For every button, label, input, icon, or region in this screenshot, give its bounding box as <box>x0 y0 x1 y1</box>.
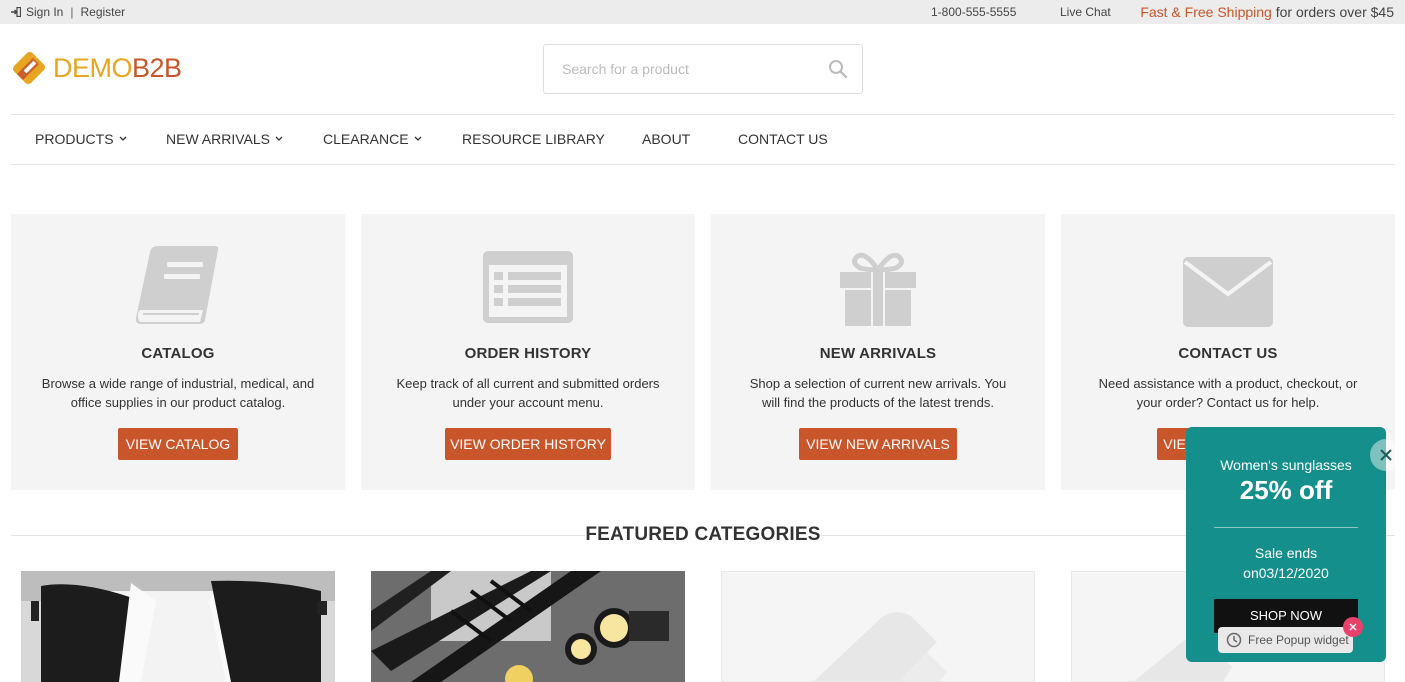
nav-label: NEW ARRIVALS <box>166 131 270 147</box>
register-link[interactable]: Register <box>80 5 125 19</box>
order-history-card: ORDER HISTORY Keep track of all current … <box>361 214 695 490</box>
nav-about[interactable]: ABOUT <box>642 131 690 147</box>
popup-product-text: Women's sunglasses <box>1220 457 1352 473</box>
card-icon-wrap <box>711 244 1045 332</box>
logo-text-demo: DEMO <box>53 52 133 83</box>
card-icon-wrap <box>1061 244 1395 332</box>
view-new-arrivals-button[interactable]: VIEW NEW ARRIVALS <box>799 428 957 460</box>
popup-widget-badge[interactable]: Free Popup widget <box>1218 627 1353 653</box>
account-links: Sign In | Register <box>11 5 125 19</box>
popup-sale-ends-label: Sale ends <box>1254 545 1318 561</box>
card-description: Keep track of all current and submitted … <box>396 376 660 410</box>
card-description: Need assistance with a product, checkout… <box>1098 376 1358 410</box>
search-box <box>543 44 863 94</box>
popup-widget-label: Free Popup widget <box>1248 633 1349 647</box>
popup-sale-ends-date: on03/12/2020 <box>1243 565 1329 581</box>
site-logo[interactable]: DEMOB2B <box>11 50 182 86</box>
nav-label: CLEARANCE <box>323 131 409 147</box>
category-image <box>371 571 685 682</box>
nav-new-arrivals[interactable]: NEW ARRIVALS <box>166 131 283 147</box>
shipping-banner: Fast & Free Shipping for orders over $45 <box>1140 4 1394 20</box>
category-image <box>21 571 335 682</box>
card-title: ORDER HISTORY <box>464 345 592 362</box>
sign-in-link[interactable]: Sign In <box>26 5 63 19</box>
list-icon <box>483 251 573 323</box>
phone-number[interactable]: 1-800-555-5555 <box>931 5 1016 19</box>
view-order-history-button[interactable]: VIEW ORDER HISTORY <box>445 428 611 460</box>
nav-label: CONTACT US <box>738 131 828 147</box>
nav-resource-library[interactable]: RESOURCE LIBRARY <box>462 131 605 147</box>
nav-contact-us[interactable]: CONTACT US <box>738 131 828 147</box>
logo-mark-icon <box>12 51 46 85</box>
chevron-down-icon <box>275 136 283 141</box>
nav-products[interactable]: PRODUCTS <box>35 131 127 147</box>
shipping-text: for orders over $45 <box>1271 4 1394 20</box>
main-navigation: PRODUCTS NEW ARRIVALS CLEARANCE RESOURCE… <box>11 114 1395 165</box>
card-icon-wrap <box>11 244 345 332</box>
card-description: Browse a wide range of industrial, medic… <box>41 376 315 410</box>
card-description: Shop a selection of current new arrivals… <box>749 376 1007 410</box>
promo-popup: Women's sunglasses 25% off Sale ends on0… <box>1186 427 1402 662</box>
category-tile-placeholder[interactable] <box>721 571 1035 682</box>
top-bar: Sign In | Register 1-800-555-5555 Live C… <box>0 0 1405 24</box>
book-icon <box>135 246 219 324</box>
widget-logo-icon <box>1226 632 1242 648</box>
sign-in-icon <box>11 7 21 17</box>
search-icon[interactable] <box>828 59 848 79</box>
nav-label: PRODUCTS <box>35 131 114 147</box>
badge-close-button[interactable] <box>1343 617 1363 637</box>
chevron-down-icon <box>119 136 127 141</box>
card-icon-wrap <box>361 244 695 332</box>
live-chat-link[interactable]: Live Chat <box>1060 5 1111 19</box>
category-tile-lighting-studio[interactable] <box>21 571 335 682</box>
logo-text-b2b: B2B <box>132 52 182 83</box>
shipping-highlight: Fast & Free Shipping <box>1140 4 1272 20</box>
popup-divider <box>1214 527 1358 528</box>
placeholder-image-icon <box>814 612 947 681</box>
separator: | <box>70 5 74 19</box>
view-catalog-button[interactable]: VIEW CATALOG <box>118 428 238 460</box>
nav-label: RESOURCE LIBRARY <box>462 131 605 147</box>
close-icon <box>1349 623 1357 631</box>
envelope-icon <box>1183 257 1273 327</box>
logo-wordmark: DEMOB2B <box>53 53 182 84</box>
chevron-down-icon <box>414 136 422 141</box>
new-arrivals-card: NEW ARRIVALS Shop a selection of current… <box>711 214 1045 490</box>
nav-label: ABOUT <box>642 131 691 147</box>
nav-clearance[interactable]: CLEARANCE <box>323 131 422 147</box>
category-tile-stage-lighting[interactable] <box>371 571 685 682</box>
card-title: CATALOG <box>141 345 215 362</box>
gift-icon <box>840 252 916 326</box>
card-title: CONTACT US <box>1178 345 1278 362</box>
catalog-card: CATALOG Browse a wide range of industria… <box>11 214 345 490</box>
card-title: NEW ARRIVALS <box>819 345 937 362</box>
search-input[interactable] <box>544 45 814 93</box>
popup-discount-text: 25% off <box>1239 475 1333 505</box>
